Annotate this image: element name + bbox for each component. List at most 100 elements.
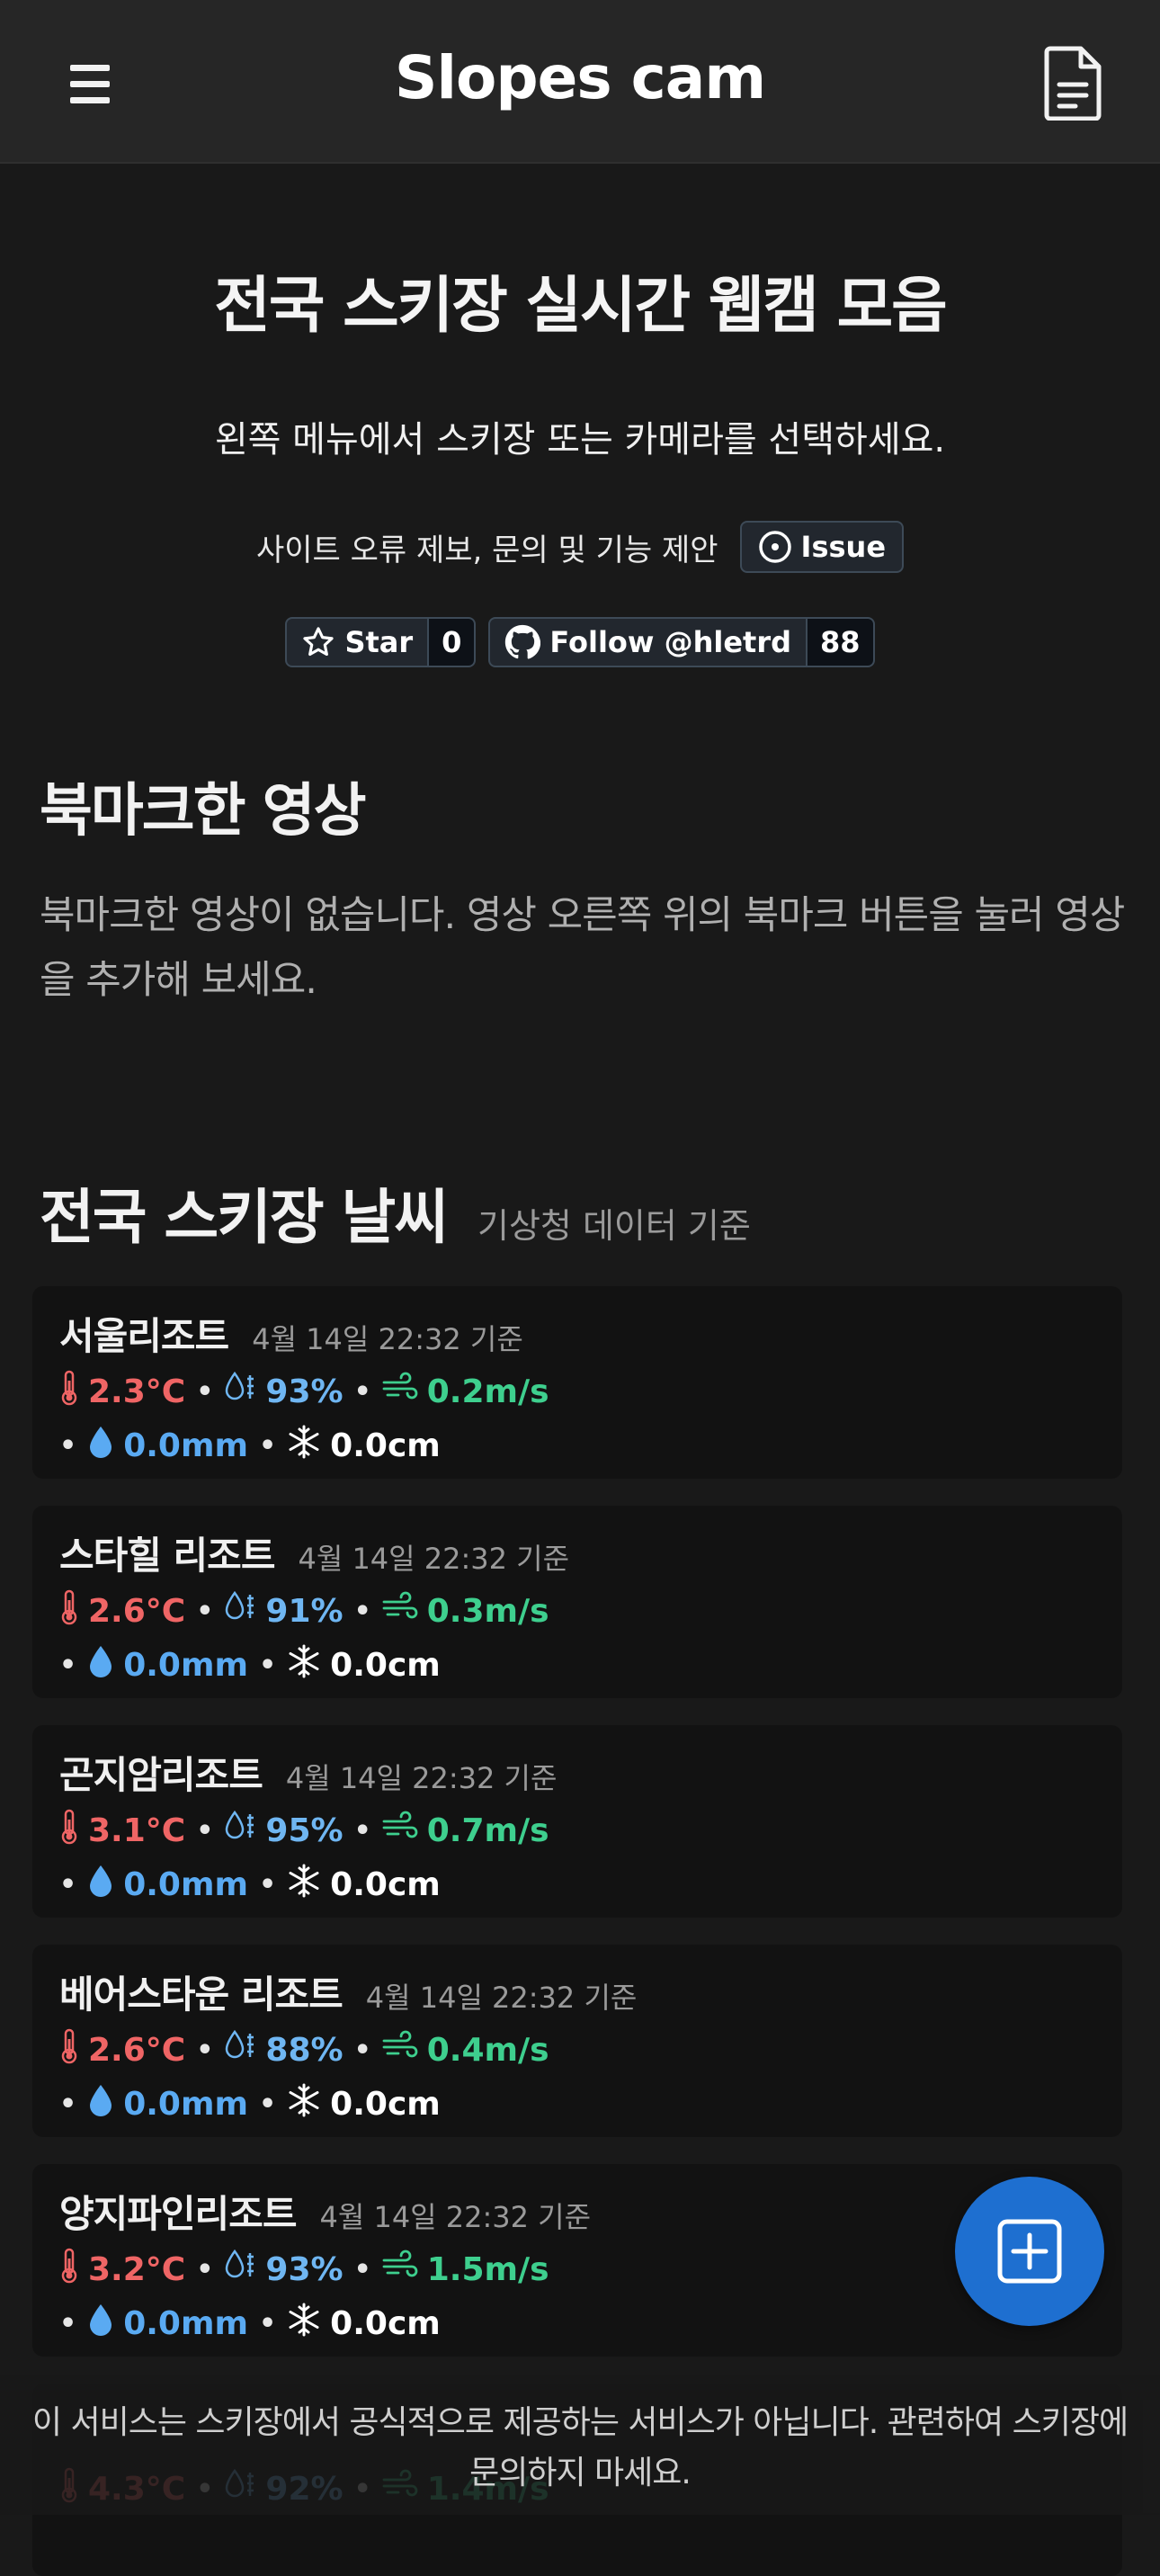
precipitation-value: 0.0mm: [123, 1865, 248, 1903]
page-title: 전국 스키장 실시간 웹캠 모음: [214, 271, 947, 342]
weather-header: 전국 스키장 날씨 기상청 데이터 기준: [40, 1169, 751, 1256]
app-title: Slopes cam: [394, 43, 766, 112]
thermometer-icon: [61, 1370, 77, 1405]
star-label: Star: [344, 625, 414, 659]
humidity-value: 91%: [265, 1592, 344, 1630]
wind-icon: [382, 1591, 418, 1618]
resort-heading: 스타힐 리조트 4월 14일 22:32 기준: [59, 1525, 569, 1580]
top-app-bar: Slopes cam: [0, 0, 1160, 164]
snowfall-value: 0.0cm: [330, 1427, 441, 1464]
resort-heading: 서울리조트 4월 14일 22:32 기준: [59, 1306, 523, 1361]
star-icon: [303, 627, 335, 657]
raindrop-icon: [90, 2303, 112, 2336]
separator-dot: •: [258, 2307, 277, 2339]
weather-source: 기상청 데이터 기준: [477, 1206, 751, 1246]
disclaimer-text: 이 서비스는 스키장에서 공식적으로 제공하는 서비스가 아닙니다. 관련하여 …: [31, 2404, 1129, 2491]
resort-name: 서울리조트: [59, 1314, 229, 1358]
bookmarks-title: 북마크한 영상: [40, 778, 367, 845]
wind-value: 0.4m/s: [426, 2031, 549, 2069]
humidity-icon: [226, 2029, 254, 2058]
weather-line-2: • 0.0mm • 0.0cm: [59, 1862, 441, 1907]
humidity-icon: [226, 1371, 254, 1400]
weather-card: 베어스타운 리조트 4월 14일 22:32 기준 2.6°C • 88% • 0.4m/s…: [32, 1945, 1122, 2137]
precipitation-value: 0.0mm: [123, 2304, 248, 2342]
precipitation-value: 0.0mm: [123, 1427, 248, 1464]
separator-dot: •: [59, 1868, 77, 1901]
follow-label: Follow @hletrd: [549, 625, 792, 659]
separator-dot: •: [258, 1429, 277, 1462]
separator-dot: •: [258, 1649, 277, 1681]
wind-icon: [382, 2030, 418, 2057]
observation-time: 4월 14일 22:32 기준: [252, 1322, 523, 1356]
separator-dot: •: [59, 2307, 77, 2339]
weather-line-2: • 0.0mm • 0.0cm: [59, 1642, 441, 1687]
separator-dot: •: [196, 2034, 214, 2066]
document-button[interactable]: [1043, 45, 1102, 121]
follow-count[interactable]: 88: [808, 617, 875, 667]
humidity-icon: [226, 2249, 254, 2277]
separator-dot: •: [258, 1868, 277, 1901]
add-square-icon: [997, 2219, 1062, 2284]
temperature-value: 3.2°C: [88, 2250, 186, 2288]
weather-card: 서울리조트 4월 14일 22:32 기준 2.3°C • 93% • 0.2m/s • 0.0…: [32, 1286, 1122, 1479]
observation-time: 4월 14일 22:32 기준: [365, 1981, 638, 2015]
follow-group: Follow @hletrd 88: [488, 617, 875, 667]
resort-heading: 양지파인리조트 4월 14일 22:32 기준: [59, 2184, 591, 2239]
wind-icon: [382, 2250, 418, 2276]
wind-icon: [382, 1372, 418, 1399]
raindrop-icon: [90, 2084, 112, 2116]
humidity-value: 93%: [265, 2250, 344, 2288]
wind-icon: [382, 1811, 418, 1838]
github-icon: [505, 624, 541, 659]
star-count[interactable]: 0: [429, 617, 477, 667]
issue-label: Issue: [800, 530, 887, 564]
separator-dot: •: [59, 1429, 77, 1462]
temperature-value: 2.6°C: [88, 2031, 186, 2069]
snowfall-value: 0.0cm: [330, 1865, 441, 1903]
weather-line-1: 2.3°C • 93% • 0.2m/s: [59, 1369, 549, 1414]
precipitation-value: 0.0mm: [123, 1646, 248, 1684]
thermometer-icon: [61, 1809, 77, 1844]
snowflake-icon: [289, 1864, 319, 1897]
wind-value: 0.3m/s: [426, 1592, 549, 1630]
issue-button[interactable]: Issue: [739, 521, 905, 573]
snowfall-value: 0.0cm: [330, 2085, 441, 2123]
weather-line-1: 2.6°C • 88% • 0.4m/s: [59, 2027, 549, 2072]
weather-line-1: 3.2°C • 93% • 1.5m/s: [59, 2247, 549, 2292]
resort-heading: 베어스타운 리조트 4월 14일 22:32 기준: [59, 1964, 637, 2019]
report-row: 사이트 오류 제보, 문의 및 기능 제안 Issue: [0, 520, 1160, 574]
separator-dot: •: [353, 1595, 371, 1627]
resort-name: 스타힐 리조트: [59, 1534, 275, 1578]
thermometer-icon: [61, 2248, 77, 2283]
snowfall-value: 0.0cm: [330, 1646, 441, 1684]
humidity-value: 93%: [265, 1373, 344, 1410]
separator-dot: •: [353, 1375, 371, 1408]
issue-icon: [758, 531, 791, 563]
weather-line-1: 3.1°C • 95% • 0.7m/s: [59, 1808, 549, 1853]
star-button[interactable]: Star: [285, 617, 430, 667]
weather-line-2: • 0.0mm • 0.0cm: [59, 2301, 441, 2346]
snowfall-value: 0.0cm: [330, 2304, 441, 2342]
separator-dot: •: [353, 2253, 371, 2285]
resort-name: 곤지암리조트: [59, 1753, 263, 1797]
weather-line-2: • 0.0mm • 0.0cm: [59, 2081, 441, 2126]
star-group: Star 0: [285, 617, 477, 667]
document-icon: [1044, 46, 1102, 121]
snowflake-icon: [289, 1644, 319, 1677]
temperature-value: 2.6°C: [88, 1592, 186, 1630]
observation-time: 4월 14일 22:32 기준: [319, 2200, 592, 2234]
humidity-icon: [226, 1810, 254, 1838]
page-subtitle: 왼쪽 메뉴에서 스키장 또는 카메라를 선택하세요.: [214, 419, 946, 461]
snowflake-icon: [289, 2083, 319, 2116]
follow-button[interactable]: Follow @hletrd: [488, 617, 808, 667]
snowflake-icon: [289, 2303, 319, 2336]
bookmarks-empty-text: 북마크한 영상이 없습니다. 영상 오른쪽 위의 북마크 버튼을 눌러 영상을 …: [40, 893, 1125, 1003]
add-button[interactable]: [955, 2177, 1104, 2326]
resort-name: 양지파인리조트: [59, 2192, 297, 2236]
resort-heading: 곤지암리조트 4월 14일 22:32 기준: [59, 1745, 557, 1800]
observation-time: 4월 14일 22:32 기준: [298, 1542, 570, 1576]
precipitation-value: 0.0mm: [123, 2085, 248, 2123]
raindrop-icon: [90, 1645, 112, 1677]
separator-dot: •: [59, 1649, 77, 1681]
separator-dot: •: [196, 1595, 214, 1627]
